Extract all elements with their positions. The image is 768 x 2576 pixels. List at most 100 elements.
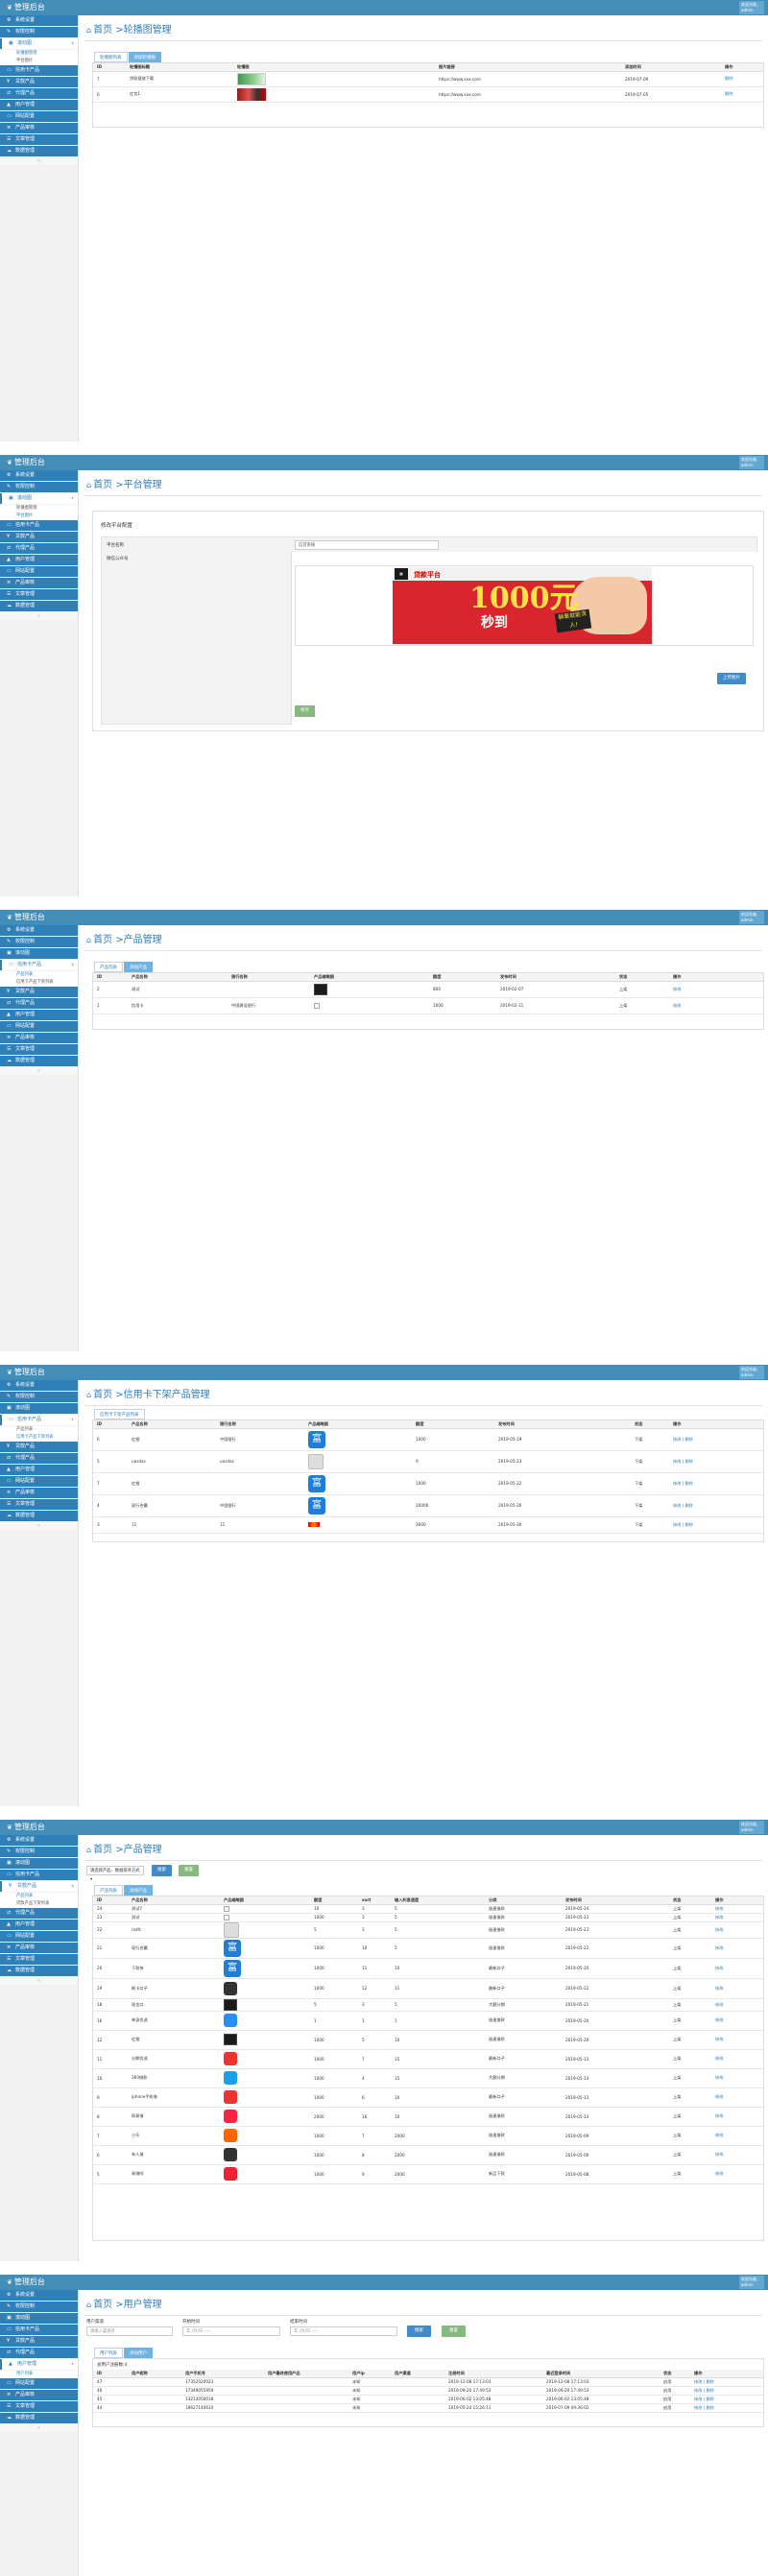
- edit-delete-link[interactable]: 修改 | 删除: [673, 1503, 693, 1508]
- edit-link[interactable]: 修改: [715, 1906, 723, 1911]
- tab-list[interactable]: 产品列表: [94, 962, 123, 972]
- search-button[interactable]: 搜索: [407, 2326, 431, 2337]
- nav-user[interactable]: ▲ 用户管理: [0, 1920, 78, 1930]
- nav-article[interactable]: ☰ 文章管理: [0, 2401, 78, 2412]
- nav-agent[interactable]: ⇄ 代理产品: [0, 1453, 78, 1464]
- edit-delete-link[interactable]: 修改 | 删除: [673, 1437, 693, 1442]
- edit-delete-link[interactable]: 修改 | 删除: [694, 2388, 714, 2393]
- edit-link[interactable]: 修改: [715, 2002, 723, 2007]
- sub-carousel[interactable]: 轮播图管理: [0, 505, 78, 513]
- nav-credit[interactable]: ▭ 信用卡产品: [0, 65, 78, 76]
- nav-carousel[interactable]: ▣ 滚动图: [0, 493, 78, 504]
- nav-carousel[interactable]: ▣ 滚动图: [0, 2313, 78, 2324]
- sidebar-collapse[interactable]: «: [0, 157, 78, 165]
- sidebar-collapse[interactable]: «: [0, 1977, 78, 1985]
- sort-select[interactable]: 请选择产品、数据排序方式 ▾: [86, 1866, 144, 1882]
- nav-loan[interactable]: ¥ 贷款产品: [0, 1881, 78, 1892]
- nav-agent[interactable]: ⇄ 代理产品: [0, 998, 78, 1009]
- search-button[interactable]: 搜索: [152, 1865, 172, 1876]
- edit-link[interactable]: 修改: [715, 2113, 723, 2118]
- nav-loan[interactable]: ¥ 贷款产品: [0, 987, 78, 997]
- nav-credit[interactable]: ▭ 信用卡产品: [0, 1870, 78, 1880]
- nav-permission[interactable]: ✎ 权限控制: [0, 27, 78, 37]
- nav-article[interactable]: ☰ 文章管理: [0, 1499, 78, 1510]
- nav-review[interactable]: ≡ 产品审核: [0, 2390, 78, 2400]
- nav-permission[interactable]: ✎ 权限控制: [0, 1392, 78, 1402]
- nav-review[interactable]: ≡ 产品审核: [0, 1488, 78, 1498]
- nav-loan[interactable]: ¥ 贷款产品: [0, 1442, 78, 1452]
- edit-link[interactable]: 修改: [715, 1986, 723, 1991]
- nav-loan[interactable]: ¥ 贷款产品: [0, 77, 78, 87]
- sub-product-list[interactable]: 产品列表: [0, 1893, 78, 1900]
- nav-review[interactable]: ≡ 产品审核: [0, 578, 78, 588]
- edit-delete-link[interactable]: 修改 | 删除: [694, 2397, 714, 2401]
- sub-product-list[interactable]: 产品列表: [0, 1426, 78, 1434]
- nav-site[interactable]: ▭ 网站配置: [0, 2378, 78, 2389]
- tab-add[interactable]: 添加轮播图: [128, 52, 161, 62]
- tab-add[interactable]: 添加产品: [124, 1885, 153, 1896]
- nav-credit[interactable]: ▭ 信用卡产品: [0, 2325, 78, 2335]
- nav-site[interactable]: ▭ 网站配置: [0, 566, 78, 577]
- nav-user[interactable]: ▲ 用户管理: [0, 1010, 78, 1020]
- nav-carousel[interactable]: ▣ 滚动图: [0, 38, 78, 49]
- nav-data[interactable]: ☁ 数据管理: [0, 1056, 78, 1066]
- user-menu[interactable]: 欢迎光临, admin: [739, 1821, 764, 1834]
- edit-delete-link[interactable]: 修改 | 删除: [673, 1459, 693, 1464]
- sub-user-list[interactable]: 用户列表: [0, 2371, 78, 2378]
- tab-list[interactable]: 产品列表: [94, 1885, 123, 1896]
- sub-product-list[interactable]: 产品列表: [0, 971, 78, 979]
- user-menu[interactable]: 欢迎光临, admin: [739, 911, 764, 924]
- edit-link[interactable]: 修改: [715, 1927, 723, 1932]
- nav-system[interactable]: ⚙ 系统设置: [0, 925, 78, 936]
- edit-link[interactable]: 修改: [715, 1966, 723, 1970]
- tab-add[interactable]: 添加产品: [124, 962, 153, 972]
- user-menu[interactable]: 欢迎光临, admin: [739, 456, 764, 469]
- nav-article[interactable]: ☰ 文章管理: [0, 1044, 78, 1055]
- edit-link[interactable]: 修改: [715, 2152, 723, 2157]
- sub-offline-list[interactable]: 信用卡产品下架列表: [0, 979, 78, 987]
- nav-user[interactable]: ▲ 用户管理: [0, 555, 78, 565]
- nav-system[interactable]: ⚙ 系统设置: [0, 1835, 78, 1846]
- user-menu[interactable]: 欢迎光临, admin: [739, 2276, 764, 2289]
- sidebar-collapse[interactable]: «: [0, 612, 78, 620]
- edit-link[interactable]: 修改: [673, 987, 681, 991]
- tab-offline-list[interactable]: 信用卡下架产品列表: [94, 1409, 145, 1419]
- edit-delete-link[interactable]: 修改 | 删除: [673, 1522, 693, 1527]
- edit-link[interactable]: 修改: [715, 2133, 723, 2137]
- edit-link[interactable]: 修改: [715, 2017, 723, 2022]
- nav-data[interactable]: ☁ 数据管理: [0, 1966, 78, 1976]
- nav-agent[interactable]: ⇄ 代理产品: [0, 2348, 78, 2358]
- edit-link[interactable]: 修改: [673, 1003, 681, 1008]
- nav-site[interactable]: ▭ 网站配置: [0, 1931, 78, 1942]
- reset-button[interactable]: 重置: [442, 2326, 466, 2337]
- reset-button[interactable]: 重置: [179, 1865, 199, 1876]
- edit-delete-link[interactable]: 修改 | 删除: [673, 1481, 693, 1486]
- edit-link[interactable]: 修改: [715, 2056, 723, 2061]
- sub-platform[interactable]: 平台图片: [0, 513, 78, 520]
- nav-data[interactable]: ☁ 数据管理: [0, 1511, 78, 1521]
- delete-link[interactable]: 删除: [725, 91, 732, 96]
- save-button[interactable]: 保存: [295, 705, 315, 717]
- edit-link[interactable]: 修改: [715, 2171, 723, 2176]
- nav-review[interactable]: ≡ 产品审核: [0, 123, 78, 133]
- sub-offline-list[interactable]: 贷款产品下架列表: [0, 1900, 78, 1908]
- nav-data[interactable]: ☁ 数据管理: [0, 146, 78, 156]
- tab-add[interactable]: 添加用户: [124, 2348, 153, 2358]
- nav-site[interactable]: ▭ 网站配置: [0, 111, 78, 122]
- nav-carousel[interactable]: ▣ 滚动图: [0, 1403, 78, 1414]
- sub-carousel[interactable]: 轮播图管理: [0, 50, 78, 58]
- edit-delete-link[interactable]: 修改 | 删除: [694, 2379, 714, 2384]
- sidebar-collapse[interactable]: «: [0, 2424, 78, 2432]
- start-date-input[interactable]: 年 /月/日 --:--: [182, 2326, 280, 2336]
- nav-agent[interactable]: ⇄ 代理产品: [0, 543, 78, 554]
- edit-link[interactable]: 修改: [715, 1945, 723, 1950]
- edit-delete-link[interactable]: 修改 | 删除: [694, 2405, 714, 2410]
- nav-carousel[interactable]: ▣ 滚动图: [0, 1858, 78, 1869]
- nav-permission[interactable]: ✎ 权限控制: [0, 1847, 78, 1857]
- nav-article[interactable]: ☰ 文章管理: [0, 1954, 78, 1965]
- nav-loan[interactable]: ¥ 贷款产品: [0, 2336, 78, 2347]
- edit-link[interactable]: 修改: [715, 2075, 723, 2080]
- nav-system[interactable]: ⚙ 系统设置: [0, 2290, 78, 2301]
- nav-review[interactable]: ≡ 产品审核: [0, 1943, 78, 1953]
- nav-article[interactable]: ☰ 文章管理: [0, 589, 78, 600]
